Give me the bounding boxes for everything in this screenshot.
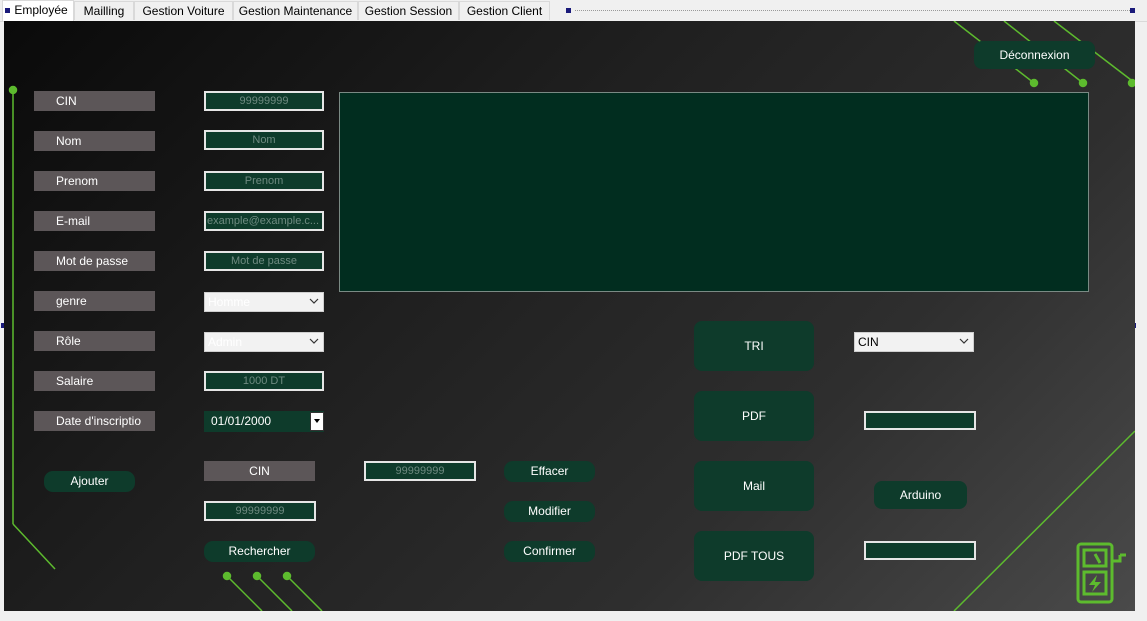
role-selected: Admin xyxy=(208,335,243,349)
tab-label: Employée xyxy=(14,3,68,17)
pdf-button[interactable]: PDF xyxy=(694,391,814,441)
role-label: Rôle xyxy=(34,331,155,351)
tab-gestion-voiture[interactable]: Gestion Voiture xyxy=(134,1,233,20)
sort-select[interactable]: CIN xyxy=(854,332,974,352)
tab-mailling[interactable]: Mailling xyxy=(74,1,134,20)
pdf-path-input[interactable] xyxy=(864,411,976,430)
tab-label: Gestion Session xyxy=(364,4,453,18)
tab-bar: Employée Mailling Gestion Voiture Gestio… xyxy=(0,0,1147,22)
salaire-input[interactable]: 1000 DT xyxy=(204,371,324,391)
email-input[interactable]: example@example.c... xyxy=(204,211,324,231)
password-input[interactable]: Mot de passe xyxy=(204,251,324,271)
arduino-input[interactable] xyxy=(864,541,976,560)
tab-gestion-client[interactable]: Gestion Client xyxy=(459,1,550,20)
selection-handle xyxy=(5,8,10,13)
prenom-input[interactable]: Prenom xyxy=(204,171,324,191)
genre-select[interactable]: Homme xyxy=(204,292,324,312)
target-cin-input[interactable]: 99999999 xyxy=(364,461,476,481)
date-picker[interactable]: 01/01/2000 xyxy=(204,411,324,432)
cin-label: CIN xyxy=(34,91,155,111)
password-label: Mot de passe xyxy=(34,251,155,271)
salaire-label: Salaire xyxy=(34,371,155,391)
charger-logo-icon xyxy=(1076,542,1126,604)
pdf-all-button[interactable]: PDF TOUS xyxy=(694,531,814,581)
cin-input[interactable]: 99999999 xyxy=(204,91,324,111)
mail-button[interactable]: Mail xyxy=(694,461,814,511)
tab-label: Gestion Maintenance xyxy=(238,4,353,18)
prenom-label: Prenom xyxy=(34,171,155,191)
nom-label: Nom xyxy=(34,131,155,151)
selection-handle xyxy=(1130,8,1135,13)
search-button[interactable]: Rechercher xyxy=(204,541,315,562)
genre-selected: Homme xyxy=(208,295,251,309)
tab-label: Gestion Voiture xyxy=(142,4,225,18)
clear-button[interactable]: Effacer xyxy=(504,461,595,482)
sort-selected: CIN xyxy=(858,335,879,349)
nom-input[interactable]: Nom xyxy=(204,130,324,150)
email-label: E-mail xyxy=(34,211,155,231)
genre-label: genre xyxy=(34,291,155,311)
logout-button[interactable]: Déconnexion xyxy=(974,41,1095,69)
tab-gestion-session[interactable]: Gestion Session xyxy=(358,1,459,20)
calendar-dropdown-icon[interactable] xyxy=(310,412,324,431)
role-select[interactable]: Admin xyxy=(204,332,324,352)
employee-table-view[interactable] xyxy=(339,92,1089,292)
date-value: 01/01/2000 xyxy=(211,414,272,428)
confirm-button[interactable]: Confirmer xyxy=(504,541,595,562)
chevron-down-icon xyxy=(959,338,969,344)
selection-handle xyxy=(566,8,571,13)
tab-label: Gestion Client xyxy=(466,4,543,18)
tab-label: Mailling xyxy=(83,4,125,18)
chevron-down-icon xyxy=(309,338,319,344)
tab-employee[interactable]: Employée xyxy=(2,0,74,21)
add-button[interactable]: Ajouter xyxy=(44,471,135,492)
search-cin-input[interactable]: 99999999 xyxy=(204,501,316,521)
employee-panel: Déconnexion CIN Nom Prenom E-mail Mot de… xyxy=(4,21,1135,611)
chevron-down-icon xyxy=(309,298,319,304)
search-cin-label: CIN xyxy=(204,461,315,481)
edit-button[interactable]: Modifier xyxy=(504,501,595,522)
designer-guide xyxy=(575,10,1130,11)
tab-gestion-maintenance[interactable]: Gestion Maintenance xyxy=(233,1,358,20)
arduino-button[interactable]: Arduino xyxy=(874,481,967,509)
date-label: Date d'inscriptio xyxy=(34,411,155,431)
sort-button[interactable]: TRI xyxy=(694,321,814,371)
